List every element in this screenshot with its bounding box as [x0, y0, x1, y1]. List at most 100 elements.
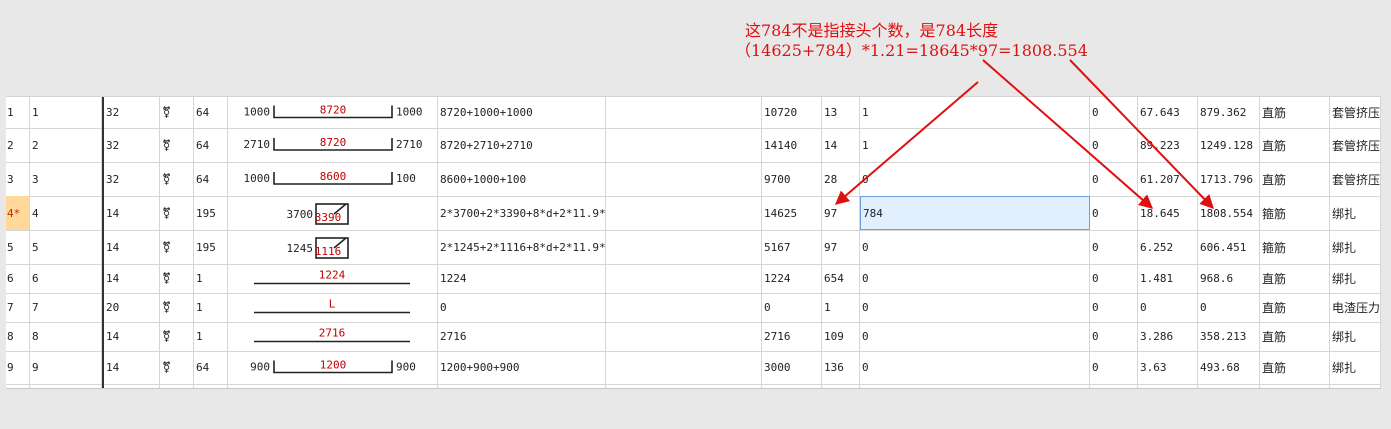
- length-cell[interactable]: 5167: [762, 230, 822, 264]
- grade-symbol-cell[interactable]: ⚧: [160, 162, 194, 196]
- unit-weight-cell[interactable]: 89.223: [1138, 128, 1198, 162]
- empty-cell[interactable]: [606, 351, 762, 384]
- connection-method-cell[interactable]: 电渣压力焊: [1330, 293, 1381, 322]
- count-cell[interactable]: 97: [822, 230, 860, 264]
- row-number[interactable]: 4*: [6, 196, 30, 230]
- total-weight-cell[interactable]: 968.6: [1198, 264, 1260, 293]
- bar-id-cell[interactable]: 2: [30, 128, 102, 162]
- length-cell[interactable]: 0: [762, 293, 822, 322]
- diameter-cell[interactable]: 14: [104, 230, 160, 264]
- table-row[interactable]: 7720⚧1L0010000直筋电渣压力焊: [6, 293, 1381, 323]
- formula-cell[interactable]: 0: [438, 293, 606, 322]
- shape-diagram-cell[interactable]: 3700 3390: [228, 196, 438, 230]
- table-row[interactable]: 4* 4 14 ⚧ 195 3700 3390 2*3700+2*3390+8*d+2*11.…: [6, 196, 1381, 231]
- zero-cell[interactable]: 0: [1090, 128, 1138, 162]
- empty-cell[interactable]: [606, 264, 762, 293]
- empty-cell[interactable]: [606, 196, 762, 230]
- empty-cell[interactable]: [606, 162, 762, 196]
- zero-cell[interactable]: 0: [1090, 351, 1138, 384]
- zero-cell[interactable]: 0: [1090, 293, 1138, 322]
- bar-type-cell[interactable]: 箍筋: [1260, 196, 1330, 230]
- length-cell[interactable]: 10720: [762, 97, 822, 128]
- formula-cell[interactable]: 2*1245+2*1116+8*d+2*11.9*d: [438, 230, 606, 264]
- diameter-cell[interactable]: 14: [104, 264, 160, 293]
- count-cell[interactable]: 13: [822, 97, 860, 128]
- row-number[interactable]: 6: [6, 264, 30, 293]
- diameter-cell[interactable]: 14: [104, 351, 160, 384]
- bar-type-cell[interactable]: 直筋: [1260, 351, 1330, 384]
- shape-code-cell[interactable]: 195: [194, 230, 228, 264]
- bar-type-cell[interactable]: 直筋: [1260, 97, 1330, 128]
- bar-id-cell[interactable]: 9: [30, 351, 102, 384]
- bar-id-cell[interactable]: 8: [30, 322, 102, 351]
- grade-symbol-cell[interactable]: ⚧: [160, 351, 194, 384]
- empty-cell[interactable]: [606, 322, 762, 351]
- length-cell[interactable]: 1224: [762, 264, 822, 293]
- diameter-cell[interactable]: 20: [104, 293, 160, 322]
- empty-cell[interactable]: [606, 128, 762, 162]
- diameter-cell[interactable]: 32: [104, 97, 160, 128]
- formula-cell[interactable]: 2*3700+2*3390+8*d+2*11.9*d: [438, 196, 606, 230]
- total-weight-cell[interactable]: 1713.796: [1198, 162, 1260, 196]
- zero-cell[interactable]: 0: [1090, 264, 1138, 293]
- bar-id-cell[interactable]: 1: [30, 97, 102, 128]
- shape-diagram-cell[interactable]: 900 1200 900: [228, 351, 438, 384]
- connection-method-cell[interactable]: 套管挤压: [1330, 128, 1381, 162]
- grade-symbol-cell[interactable]: ⚧: [160, 264, 194, 293]
- empty-cell[interactable]: [606, 230, 762, 264]
- formula-cell[interactable]: 1200+900+900: [438, 351, 606, 384]
- table-row[interactable]: 9 9 14 ⚧ 64 900 1200 900 1200+900+900 3000 136 0 0 3.…: [6, 351, 1381, 385]
- row-number[interactable]: 1: [6, 97, 30, 128]
- joints-cell[interactable]: 0: [860, 264, 1090, 293]
- row-number[interactable]: 5: [6, 230, 30, 264]
- row-number[interactable]: 9: [6, 351, 30, 384]
- connection-method-cell[interactable]: 套管挤压: [1330, 162, 1381, 196]
- joints-cell[interactable]: 0: [860, 351, 1090, 384]
- shape-diagram-cell[interactable]: 1224: [228, 264, 438, 293]
- row-number[interactable]: 3: [6, 162, 30, 196]
- grade-symbol-cell[interactable]: ⚧: [160, 293, 194, 322]
- grade-symbol-cell[interactable]: ⚧: [160, 196, 194, 230]
- shape-code-cell[interactable]: 1: [194, 293, 228, 322]
- count-cell[interactable]: 28: [822, 162, 860, 196]
- joints-cell[interactable]: 1: [860, 97, 1090, 128]
- grade-symbol-cell[interactable]: ⚧: [160, 230, 194, 264]
- bar-id-cell[interactable]: 7: [30, 293, 102, 322]
- bar-id-cell[interactable]: 6: [30, 264, 102, 293]
- table-row[interactable]: 3 3 32 ⚧ 64 1000 8600 100 8600+1000+100 9700 28 0 0 6…: [6, 162, 1381, 197]
- shape-code-cell[interactable]: 195: [194, 196, 228, 230]
- length-cell[interactable]: 2716: [762, 322, 822, 351]
- total-weight-cell[interactable]: 1249.128: [1198, 128, 1260, 162]
- count-cell[interactable]: 109: [822, 322, 860, 351]
- total-weight-cell[interactable]: 358.213: [1198, 322, 1260, 351]
- bar-type-cell[interactable]: 直筋: [1260, 293, 1330, 322]
- bar-type-cell[interactable]: 直筋: [1260, 322, 1330, 351]
- unit-weight-cell[interactable]: 61.207: [1138, 162, 1198, 196]
- zero-cell[interactable]: 0: [1090, 230, 1138, 264]
- zero-cell[interactable]: 0: [1090, 196, 1138, 230]
- formula-cell[interactable]: 1224: [438, 264, 606, 293]
- length-cell[interactable]: 14625: [762, 196, 822, 230]
- joints-cell[interactable]: 1: [860, 128, 1090, 162]
- formula-cell[interactable]: 8720+2710+2710: [438, 128, 606, 162]
- joints-cell[interactable]: 0: [860, 322, 1090, 351]
- joints-cell[interactable]: 0: [860, 293, 1090, 322]
- bar-id-cell[interactable]: 4: [30, 196, 102, 230]
- zero-cell[interactable]: 0: [1090, 322, 1138, 351]
- count-cell[interactable]: 654: [822, 264, 860, 293]
- unit-weight-cell[interactable]: 18.645: [1138, 196, 1198, 230]
- bar-type-cell[interactable]: 直筋: [1260, 264, 1330, 293]
- empty-cell[interactable]: [606, 293, 762, 322]
- shape-code-cell[interactable]: 64: [194, 351, 228, 384]
- grade-symbol-cell[interactable]: ⚧: [160, 97, 194, 128]
- formula-cell[interactable]: 8600+1000+100: [438, 162, 606, 196]
- formula-cell[interactable]: 2716: [438, 322, 606, 351]
- connection-method-cell[interactable]: 绑扎: [1330, 196, 1381, 230]
- diameter-cell[interactable]: 14: [104, 322, 160, 351]
- zero-cell[interactable]: 0: [1090, 97, 1138, 128]
- row-number[interactable]: 7: [6, 293, 30, 322]
- shape-diagram-cell[interactable]: 1000 8600 100: [228, 162, 438, 196]
- shape-code-cell[interactable]: 64: [194, 97, 228, 128]
- total-weight-cell[interactable]: 0: [1198, 293, 1260, 322]
- empty-cell[interactable]: [606, 97, 762, 128]
